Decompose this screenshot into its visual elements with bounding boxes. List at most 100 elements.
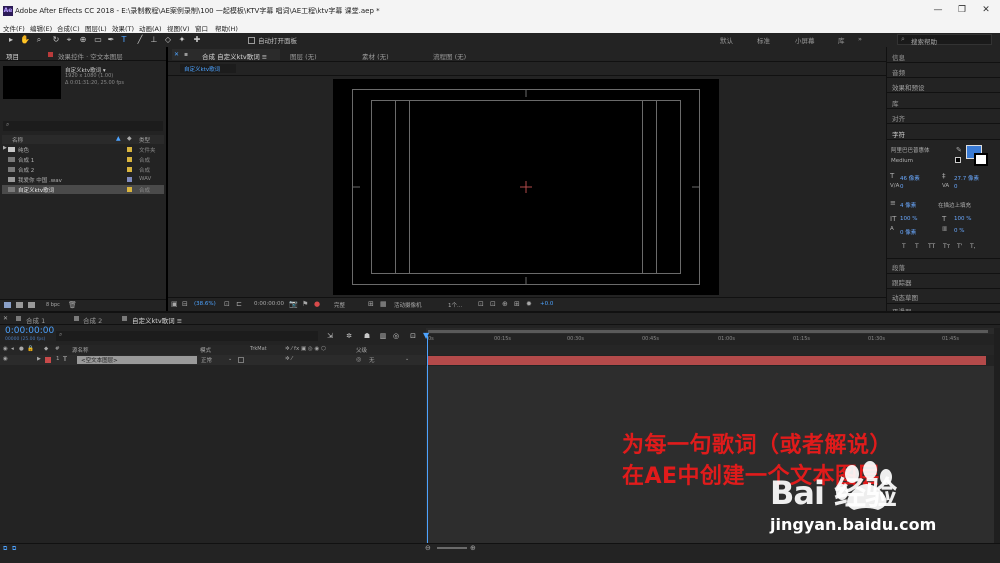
timeline-search-input[interactable]: ⌕: [56, 331, 318, 341]
baseline-shift-value[interactable]: 0 像素: [900, 228, 916, 236]
column-name[interactable]: 名称: [12, 136, 23, 144]
tracking-value[interactable]: 0: [954, 184, 958, 190]
rotate-tool-icon[interactable]: ↻: [51, 35, 61, 45]
small-caps-button[interactable]: Tт: [943, 243, 950, 250]
leading-value[interactable]: 27.7 像素: [954, 174, 979, 182]
tsume-value[interactable]: 0 %: [954, 228, 964, 234]
maximize-button[interactable]: ❐: [952, 5, 972, 15]
project-item[interactable]: 我爱你 中国 .wav WAV: [2, 175, 164, 184]
horizontal-scale-value[interactable]: 100 %: [954, 216, 971, 222]
expand-layer-icon[interactable]: ▶: [37, 356, 41, 362]
draft-3d-icon[interactable]: ✲: [344, 331, 354, 341]
close-tab-icon[interactable]: ✕: [3, 315, 8, 322]
workspace-library[interactable]: 库: [838, 35, 845, 45]
font-style-dropdown[interactable]: Medium: [891, 158, 913, 164]
timeline-scrollbar[interactable]: [994, 328, 1000, 543]
font-family-dropdown[interactable]: 阿里巴巴普惠体: [891, 146, 930, 154]
toggle-switches-icon[interactable]: ⧉: [3, 545, 7, 553]
expand-arrow-icon[interactable]: ▶: [3, 145, 7, 151]
zoom-out-icon[interactable]: ⊖: [425, 544, 431, 552]
label-column-icon[interactable]: ◆: [127, 135, 132, 142]
layer-duration-bar[interactable]: [428, 356, 986, 365]
flowchart-icon[interactable]: ⊞: [514, 300, 520, 308]
type-tool-icon[interactable]: T: [119, 35, 129, 45]
stroke-mode-dropdown[interactable]: 在描边上填充: [938, 201, 971, 209]
menu-view[interactable]: 视图(V): [167, 23, 190, 33]
menu-file[interactable]: 文件(F): [3, 23, 25, 33]
label-color-swatch[interactable]: [127, 177, 132, 182]
layer-mode-dropdown[interactable]: 正常: [201, 356, 212, 364]
roto-brush-tool-icon[interactable]: ✦: [177, 35, 187, 45]
workspace-small-screen[interactable]: 小屏幕: [795, 35, 815, 45]
menu-layer[interactable]: 图层(L): [85, 23, 107, 33]
subscript-button[interactable]: T,: [970, 243, 976, 250]
visibility-eye-icon[interactable]: ◉: [3, 356, 8, 362]
close-button[interactable]: ✕: [976, 5, 996, 15]
tab-flowchart[interactable]: 流程图 (无): [433, 51, 466, 61]
panel-align[interactable]: 对齐: [892, 113, 905, 123]
stroke-color-swatch[interactable]: [974, 153, 988, 166]
pan-behind-tool-icon[interactable]: ⊕: [78, 35, 88, 45]
new-composition-icon[interactable]: [28, 302, 35, 308]
parent-dropdown[interactable]: 无: [369, 356, 375, 364]
toggle-mask-icon[interactable]: ⊏: [236, 300, 242, 308]
rectangle-tool-icon[interactable]: ▭: [93, 35, 103, 45]
region-of-interest-icon[interactable]: ⊟: [182, 300, 188, 308]
panel-paragraph[interactable]: 段落: [892, 262, 905, 272]
pen-tool-icon[interactable]: ✒: [106, 35, 116, 45]
parent-chevron-icon[interactable]: ⌄: [405, 356, 409, 362]
panel-character[interactable]: 字符: [892, 129, 905, 139]
workspace-default[interactable]: 默认: [720, 35, 733, 45]
project-search-input[interactable]: ⌕: [3, 121, 163, 131]
panel-info[interactable]: 信息: [892, 52, 905, 62]
font-size-value[interactable]: 46 像素: [900, 174, 920, 182]
eyedropper-icon[interactable]: ✎: [956, 146, 962, 154]
work-area-bar[interactable]: [426, 328, 994, 334]
menu-composition[interactable]: 合成(C): [57, 23, 80, 33]
panel-audio[interactable]: 音频: [892, 67, 905, 77]
faux-bold-button[interactable]: T: [902, 243, 906, 250]
pick-whip-icon[interactable]: ◎: [356, 356, 361, 363]
menu-window[interactable]: 窗口: [195, 23, 208, 33]
menu-effect[interactable]: 效果(T): [112, 23, 134, 33]
channel-icon[interactable]: ●: [314, 300, 320, 308]
stroke-width-value[interactable]: 4 像素: [900, 201, 916, 209]
always-preview-icon[interactable]: ▣: [171, 300, 178, 308]
graph-editor-icon[interactable]: ⊡: [408, 331, 418, 341]
tab-layer[interactable]: 图层 (无): [290, 51, 317, 61]
work-area-range[interactable]: [428, 330, 988, 333]
mode-chevron-icon[interactable]: ⌄: [228, 356, 232, 362]
toggle-grid-icon[interactable]: ⊡: [224, 300, 230, 308]
playhead-icon[interactable]: ▼: [423, 331, 429, 340]
tab-composition[interactable]: 合成 自定义ktv歌词 ≡: [202, 51, 267, 61]
layer-switches-icons[interactable]: ✲ ⁄: [285, 356, 292, 362]
tab-footage[interactable]: 素材 (无): [362, 51, 389, 61]
panel-motion-sketch[interactable]: 动态草图: [892, 292, 918, 302]
layer-name-field[interactable]: <空文本图层>: [77, 356, 197, 364]
eraser-tool-icon[interactable]: ◇: [163, 35, 173, 45]
trkmat-dropdown[interactable]: [238, 357, 244, 363]
frame-blending-icon[interactable]: ▥: [378, 331, 388, 341]
column-type[interactable]: 类型: [139, 136, 150, 144]
selection-tool-icon[interactable]: ▸: [6, 35, 16, 45]
zoom-tool-icon[interactable]: ⌕: [34, 35, 44, 45]
menu-animation[interactable]: 动画(A): [139, 23, 162, 33]
workspace-standard[interactable]: 标准: [757, 35, 770, 45]
sort-ascending-icon[interactable]: ▲: [116, 135, 121, 142]
resolution-dropdown[interactable]: 完整: [334, 301, 345, 309]
auto-open-panel-checkbox[interactable]: [248, 37, 255, 44]
views-dropdown[interactable]: 1个...: [448, 301, 462, 309]
pixel-aspect-icon[interactable]: ⊡: [490, 300, 496, 308]
lock-icon[interactable]: ▪: [184, 51, 188, 58]
minimize-button[interactable]: —: [928, 5, 948, 15]
project-item[interactable]: 合成 2 合成: [2, 165, 164, 174]
comp-mini-flowchart-icon[interactable]: ⇲: [325, 331, 335, 341]
camera-dropdown[interactable]: 活动摄像机: [394, 301, 422, 309]
label-color-swatch[interactable]: [127, 187, 132, 192]
current-time-display[interactable]: 0:00:00:00: [254, 301, 284, 307]
layer-label-color[interactable]: [45, 357, 51, 363]
hand-tool-icon[interactable]: ✋: [20, 35, 30, 45]
bit-depth-button[interactable]: 8 bpc: [46, 302, 60, 308]
motion-blur-icon[interactable]: ◎: [391, 331, 401, 341]
menu-help[interactable]: 帮助(H): [215, 23, 238, 33]
